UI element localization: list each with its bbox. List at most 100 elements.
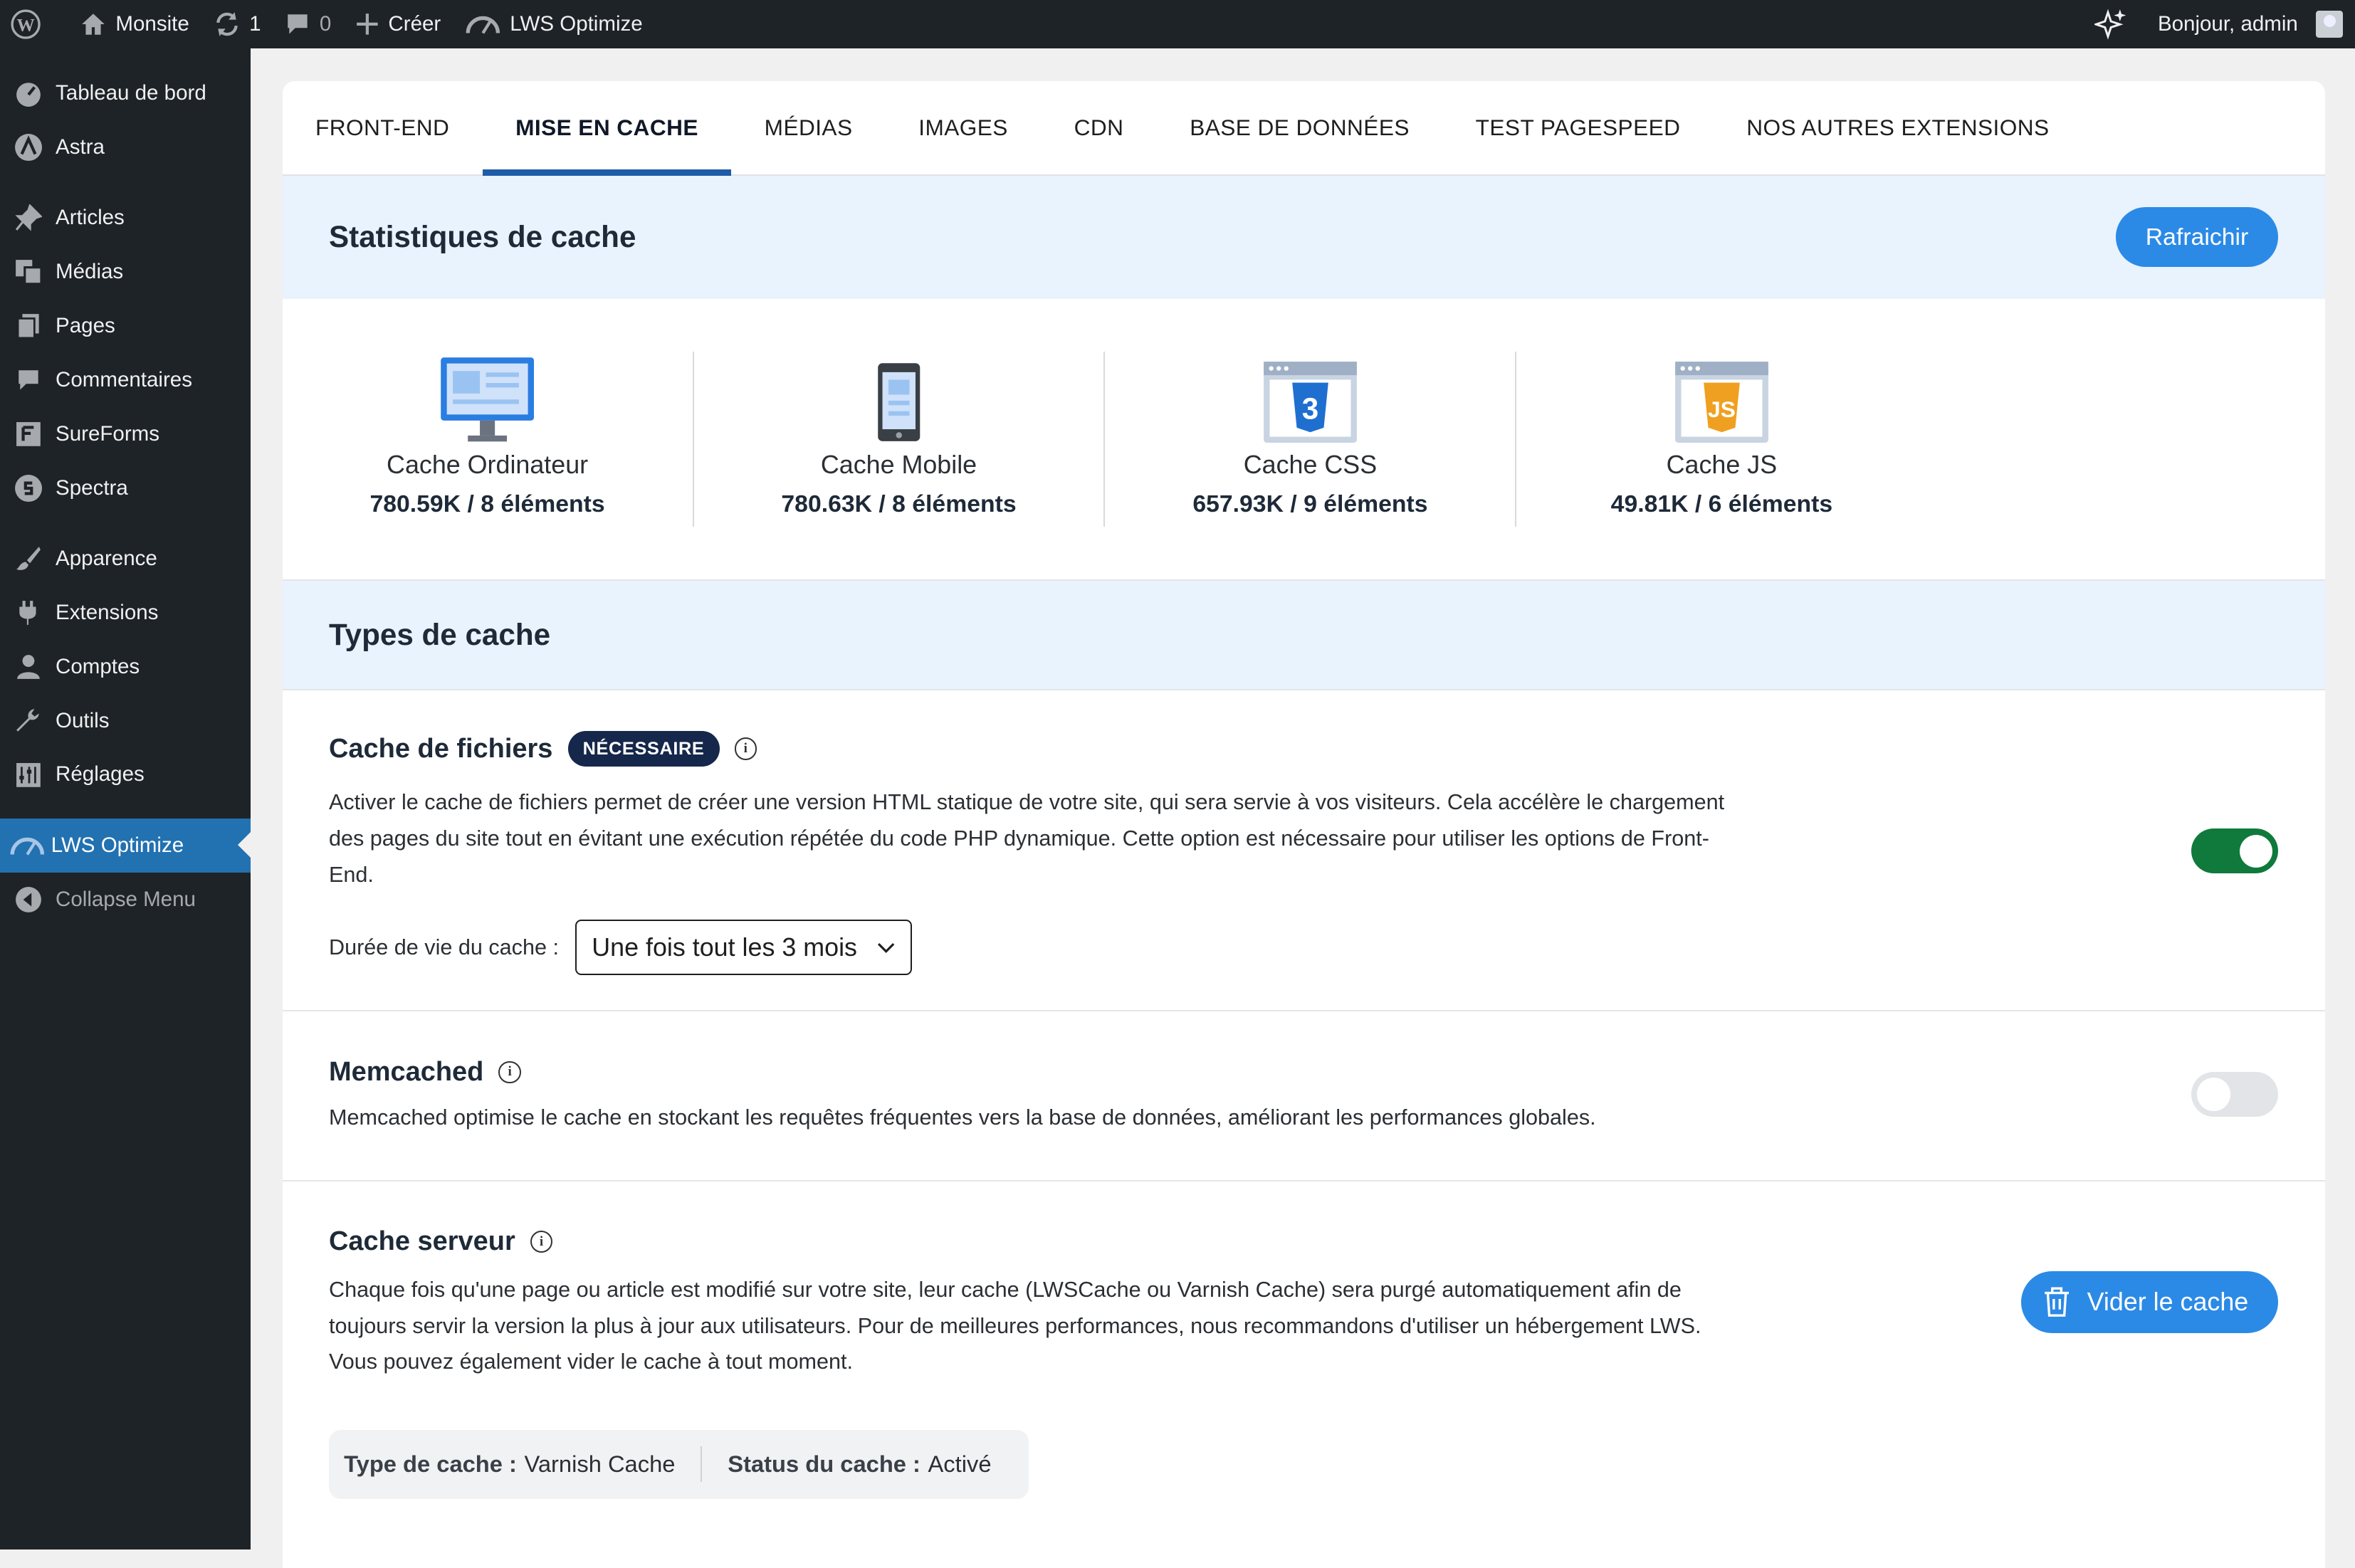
sidebar-item-label: Spectra — [56, 475, 128, 500]
stat-value: 49.81K / 6 éléments — [1610, 490, 1833, 517]
svg-text:3: 3 — [1302, 391, 1318, 425]
info-icon[interactable]: i — [530, 1230, 553, 1253]
sidebar-item-sureforms[interactable]: SureForms — [0, 407, 251, 461]
types-section-header: Types de cache — [282, 581, 2325, 691]
greeting: Bonjour, admin — [2157, 11, 2298, 36]
tab-front-end[interactable]: FRONT-END — [283, 81, 483, 174]
collapse-menu-button[interactable]: Collapse Menu — [0, 873, 251, 927]
sidebar-item-medias[interactable]: Médias — [0, 245, 251, 299]
tab-images[interactable]: IMAGES — [886, 81, 1041, 174]
memcached-title: Memcached — [329, 1056, 484, 1087]
js-icon: JS — [1674, 352, 1770, 445]
required-badge: NÉCESSAIRE — [567, 731, 720, 767]
tab-nos-autres-extensions[interactable]: NOS AUTRES EXTENSIONS — [1714, 81, 2082, 174]
tab-base-de-donnees[interactable]: BASE DE DONNÉES — [1157, 81, 1442, 174]
sidebar-item-dashboard[interactable]: Tableau de bord — [0, 66, 251, 120]
info-icon[interactable]: i — [734, 737, 757, 760]
sidebar-item-comptes[interactable]: Comptes — [0, 640, 251, 694]
server-cache-title: Cache serveur — [329, 1226, 515, 1257]
stat-label: Cache Ordinateur — [387, 450, 589, 479]
updates-link[interactable]: 1 — [201, 0, 273, 48]
stat-css: 3 Cache CSS 657.93K / 9 éléments — [1105, 351, 1517, 527]
cache-duration-select[interactable]: Une fois tout les 3 mois — [575, 920, 912, 976]
media-icon — [14, 257, 43, 287]
account-menu[interactable]: Bonjour, admin — [2146, 0, 2355, 48]
cache-type-value: Varnish Cache — [524, 1451, 676, 1478]
mobile-icon — [875, 352, 923, 445]
sidebar-item-outils[interactable]: Outils — [0, 694, 251, 748]
sidebar-item-extensions[interactable]: Extensions — [0, 586, 251, 640]
updates-count: 1 — [249, 11, 261, 36]
sidebar-item-lws-optimize[interactable]: LWS Optimize — [0, 818, 251, 873]
svg-text:W: W — [16, 15, 34, 35]
comments-link[interactable]: 0 — [273, 0, 343, 48]
file-cache-description: Activer le cache de fichiers permet de c… — [329, 790, 1725, 887]
lws-optimize-link[interactable]: LWS Optimize — [453, 0, 654, 48]
memcached-toggle[interactable] — [2191, 1071, 2279, 1117]
plugin-label: LWS Optimize — [510, 11, 643, 36]
stat-desktop: Cache Ordinateur 780.59K / 8 éléments — [283, 351, 694, 527]
tab-medias[interactable]: MÉDIAS — [731, 81, 886, 174]
sidebar-item-label: Pages — [56, 313, 115, 337]
desktop-icon — [438, 352, 537, 445]
gauge-icon — [466, 16, 500, 34]
memcached-option: Memcached i Memcached optimise le cache … — [282, 1011, 2325, 1182]
sidebar-item-label: Apparence — [56, 546, 157, 570]
server-cache-option: Cache serveur i Chaque fois qu'une page … — [283, 1182, 2325, 1542]
site-name-link[interactable]: Monsite — [68, 0, 201, 48]
pin-icon — [14, 203, 43, 233]
pages-icon — [14, 311, 43, 341]
stat-value: 657.93K / 9 éléments — [1192, 490, 1428, 517]
clear-cache-label: Vider le cache — [2087, 1288, 2249, 1317]
sidebar-item-label: Comptes — [56, 654, 140, 678]
server-cache-description: Chaque fois qu'une page ou article est m… — [329, 1278, 1701, 1374]
plugin-icon — [14, 598, 43, 628]
cache-type-label: Type de cache : — [344, 1451, 517, 1478]
wordpress-logo-icon[interactable]: W — [0, 0, 53, 48]
file-cache-toggle[interactable] — [2191, 828, 2279, 874]
tab-test-pagespeed[interactable]: TEST PAGESPEED — [1442, 81, 1714, 174]
sidebar-item-appearance[interactable]: Apparence — [0, 532, 251, 586]
gauge-icon — [9, 830, 46, 860]
ai-sparkle-icon[interactable] — [2082, 0, 2139, 48]
comment-icon — [14, 365, 43, 395]
stat-js: JS Cache JS 49.81K / 6 éléments — [1516, 352, 1926, 527]
avatar — [2316, 10, 2344, 38]
collapse-icon — [14, 884, 43, 914]
sidebar-item-label: Médias — [56, 259, 124, 283]
refresh-button[interactable]: Rafraichir — [2115, 207, 2279, 268]
sidebar-item-label: Collapse Menu — [56, 887, 196, 911]
svg-text:JS: JS — [1708, 396, 1736, 422]
tab-mise-en-cache[interactable]: MISE EN CACHE — [482, 81, 732, 176]
spectra-icon — [14, 473, 43, 503]
file-cache-option: Cache de fichiers NÉCESSAIRE i Activer l… — [282, 690, 2325, 1012]
comments-count: 0 — [319, 11, 332, 36]
user-icon — [14, 651, 43, 681]
dashboard-icon — [14, 78, 43, 108]
sidebar-item-label: Extensions — [56, 600, 159, 624]
wrench-icon — [14, 705, 43, 735]
clear-cache-button[interactable]: Vider le cache — [2020, 1271, 2279, 1333]
sidebar-item-label: LWS Optimize — [51, 833, 184, 857]
sidebar-item-label: Astra — [56, 135, 105, 159]
comment-icon — [288, 14, 308, 34]
cache-status-value: Activé — [928, 1451, 992, 1478]
sidebar-item-spectra[interactable]: Spectra — [0, 461, 251, 515]
sidebar-item-label: Tableau de bord — [56, 80, 206, 105]
sureforms-icon — [14, 419, 43, 449]
sidebar-item-label: Outils — [56, 708, 110, 732]
cache-duration-row: Durée de vie du cache : Une fois tout le… — [329, 920, 2278, 976]
tab-cdn[interactable]: CDN — [1041, 81, 1157, 174]
new-content-link[interactable]: Créer — [343, 0, 453, 48]
info-icon[interactable]: i — [498, 1061, 521, 1083]
sidebar-item-pages[interactable]: Pages — [0, 299, 251, 353]
stats-section-header: Statistiques de cache Rafraichir — [282, 175, 2325, 299]
cache-status-label: Status du cache : — [728, 1451, 921, 1478]
sidebar-item-reglages[interactable]: Réglages — [0, 747, 251, 801]
sidebar-item-label: Commentaires — [56, 367, 192, 391]
sidebar-item-astra[interactable]: Astra — [0, 120, 251, 174]
home-icon — [81, 13, 105, 35]
sidebar-item-articles[interactable]: Articles — [0, 191, 251, 245]
sidebar-item-comments[interactable]: Commentaires — [0, 353, 251, 407]
cache-duration-value: Une fois tout les 3 mois — [592, 932, 857, 962]
